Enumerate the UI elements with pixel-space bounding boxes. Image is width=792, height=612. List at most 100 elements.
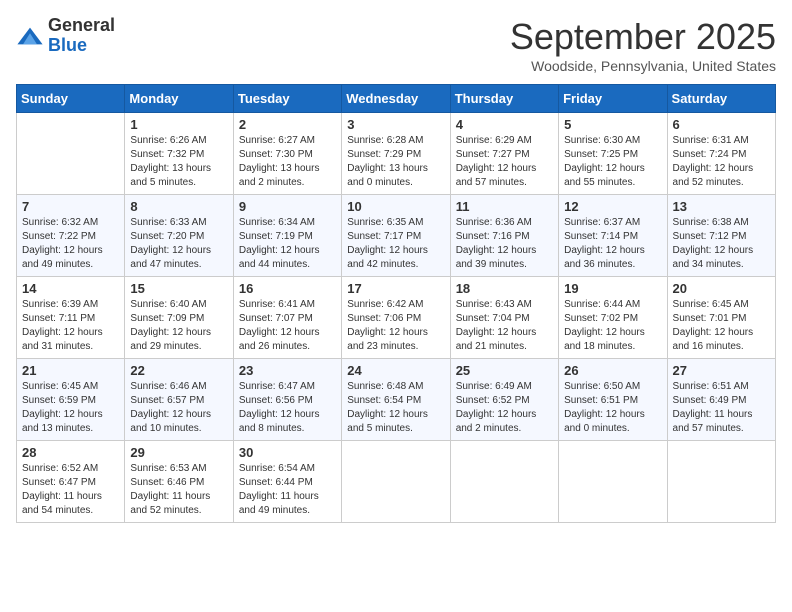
day-number: 11 bbox=[456, 199, 553, 214]
calendar-cell: 1 Sunrise: 6:26 AM Sunset: 7:32 PM Daylig… bbox=[125, 113, 233, 195]
day-number: 15 bbox=[130, 281, 227, 296]
day-of-week-header: Sunday bbox=[17, 85, 125, 113]
day-info: Sunrise: 6:30 AM Sunset: 7:25 PM Dayligh… bbox=[564, 134, 661, 190]
calendar-cell bbox=[342, 441, 450, 523]
calendar-cell: 10 Sunrise: 6:35 AM Sunset: 7:17 PM Dayli… bbox=[342, 195, 450, 277]
day-number: 26 bbox=[564, 363, 661, 378]
day-info: Sunrise: 6:27 AM Sunset: 7:30 PM Dayligh… bbox=[239, 134, 336, 190]
calendar-cell: 23 Sunrise: 6:47 AM Sunset: 6:56 PM Dayli… bbox=[233, 359, 341, 441]
day-info: Sunrise: 6:43 AM Sunset: 7:04 PM Dayligh… bbox=[456, 298, 553, 354]
day-of-week-header: Thursday bbox=[450, 85, 558, 113]
month-title: September 2025 bbox=[510, 16, 776, 58]
calendar-header-row: SundayMondayTuesdayWednesdayThursdayFrid… bbox=[17, 85, 776, 113]
day-info: Sunrise: 6:39 AM Sunset: 7:11 PM Dayligh… bbox=[22, 298, 119, 354]
calendar-cell: 15 Sunrise: 6:40 AM Sunset: 7:09 PM Dayli… bbox=[125, 277, 233, 359]
day-number: 8 bbox=[130, 199, 227, 214]
page-header: General Blue September 2025 Woodside, Pe… bbox=[16, 16, 776, 74]
calendar-cell: 7Sunrise: 6:32 AM Sunset: 7:22 PM Daylig… bbox=[17, 195, 125, 277]
calendar-cell: 18 Sunrise: 6:43 AM Sunset: 7:04 PM Dayli… bbox=[450, 277, 558, 359]
day-info: Sunrise: 6:51 AM Sunset: 6:49 PM Dayligh… bbox=[673, 380, 770, 436]
calendar-cell: 2Sunrise: 6:27 AM Sunset: 7:30 PM Daylig… bbox=[233, 113, 341, 195]
day-number: 28 bbox=[22, 445, 119, 460]
day-number: 1 bbox=[130, 117, 227, 132]
calendar-cell: 25 Sunrise: 6:49 AM Sunset: 6:52 PM Dayli… bbox=[450, 359, 558, 441]
title-block: September 2025 Woodside, Pennsylvania, U… bbox=[510, 16, 776, 74]
day-info: Sunrise: 6:45 AM Sunset: 7:01 PM Dayligh… bbox=[673, 298, 770, 354]
calendar-cell bbox=[17, 113, 125, 195]
calendar-cell: 30Sunrise: 6:54 AM Sunset: 6:44 PM Dayli… bbox=[233, 441, 341, 523]
calendar-cell: 20 Sunrise: 6:45 AM Sunset: 7:01 PM Dayli… bbox=[667, 277, 775, 359]
day-of-week-header: Wednesday bbox=[342, 85, 450, 113]
location-text: Woodside, Pennsylvania, United States bbox=[510, 58, 776, 74]
calendar-cell: 14 Sunrise: 6:39 AM Sunset: 7:11 PM Dayli… bbox=[17, 277, 125, 359]
day-number: 18 bbox=[456, 281, 553, 296]
logo-icon bbox=[16, 22, 44, 50]
logo-general-text: General bbox=[48, 16, 115, 36]
calendar-cell bbox=[667, 441, 775, 523]
day-info: Sunrise: 6:47 AM Sunset: 6:56 PM Dayligh… bbox=[239, 380, 336, 436]
day-info: Sunrise: 6:48 AM Sunset: 6:54 PM Dayligh… bbox=[347, 380, 444, 436]
day-of-week-header: Tuesday bbox=[233, 85, 341, 113]
logo-text: General Blue bbox=[48, 16, 115, 56]
day-number: 23 bbox=[239, 363, 336, 378]
calendar-week-row: 21 Sunrise: 6:45 AM Sunset: 6:59 PM Dayli… bbox=[17, 359, 776, 441]
day-info: Sunrise: 6:41 AM Sunset: 7:07 PM Dayligh… bbox=[239, 298, 336, 354]
day-number: 14 bbox=[22, 281, 119, 296]
day-number: 12 bbox=[564, 199, 661, 214]
day-number: 7 bbox=[22, 199, 119, 214]
day-info: Sunrise: 6:53 AM Sunset: 6:46 PM Dayligh… bbox=[130, 462, 227, 518]
calendar-cell: 11 Sunrise: 6:36 AM Sunset: 7:16 PM Dayli… bbox=[450, 195, 558, 277]
day-info: Sunrise: 6:49 AM Sunset: 6:52 PM Dayligh… bbox=[456, 380, 553, 436]
day-info: Sunrise: 6:40 AM Sunset: 7:09 PM Dayligh… bbox=[130, 298, 227, 354]
day-number: 19 bbox=[564, 281, 661, 296]
day-number: 24 bbox=[347, 363, 444, 378]
day-number: 21 bbox=[22, 363, 119, 378]
day-number: 17 bbox=[347, 281, 444, 296]
day-number: 9 bbox=[239, 199, 336, 214]
calendar-cell: 24 Sunrise: 6:48 AM Sunset: 6:54 PM Dayli… bbox=[342, 359, 450, 441]
day-info: Sunrise: 6:50 AM Sunset: 6:51 PM Dayligh… bbox=[564, 380, 661, 436]
calendar-cell: 13 Sunrise: 6:38 AM Sunset: 7:12 PM Dayli… bbox=[667, 195, 775, 277]
day-number: 22 bbox=[130, 363, 227, 378]
calendar-cell: 12Sunrise: 6:37 AM Sunset: 7:14 PM Dayli… bbox=[559, 195, 667, 277]
day-number: 10 bbox=[347, 199, 444, 214]
calendar-week-row: 7Sunrise: 6:32 AM Sunset: 7:22 PM Daylig… bbox=[17, 195, 776, 277]
calendar-cell: 16 Sunrise: 6:41 AM Sunset: 7:07 PM Dayli… bbox=[233, 277, 341, 359]
day-number: 13 bbox=[673, 199, 770, 214]
calendar-week-row: 28Sunrise: 6:52 AM Sunset: 6:47 PM Dayli… bbox=[17, 441, 776, 523]
day-info: Sunrise: 6:33 AM Sunset: 7:20 PM Dayligh… bbox=[130, 216, 227, 272]
day-number: 25 bbox=[456, 363, 553, 378]
calendar-cell: 29 Sunrise: 6:53 AM Sunset: 6:46 PM Dayli… bbox=[125, 441, 233, 523]
day-number: 27 bbox=[673, 363, 770, 378]
day-info: Sunrise: 6:54 AM Sunset: 6:44 PM Dayligh… bbox=[239, 462, 336, 518]
calendar-cell: 26 Sunrise: 6:50 AM Sunset: 6:51 PM Dayli… bbox=[559, 359, 667, 441]
day-info: Sunrise: 6:31 AM Sunset: 7:24 PM Dayligh… bbox=[673, 134, 770, 190]
day-info: Sunrise: 6:42 AM Sunset: 7:06 PM Dayligh… bbox=[347, 298, 444, 354]
day-number: 5 bbox=[564, 117, 661, 132]
day-info: Sunrise: 6:35 AM Sunset: 7:17 PM Dayligh… bbox=[347, 216, 444, 272]
day-info: Sunrise: 6:38 AM Sunset: 7:12 PM Dayligh… bbox=[673, 216, 770, 272]
day-number: 6 bbox=[673, 117, 770, 132]
day-of-week-header: Saturday bbox=[667, 85, 775, 113]
calendar-cell bbox=[559, 441, 667, 523]
day-info: Sunrise: 6:29 AM Sunset: 7:27 PM Dayligh… bbox=[456, 134, 553, 190]
day-number: 3 bbox=[347, 117, 444, 132]
calendar-cell: 19 Sunrise: 6:44 AM Sunset: 7:02 PM Dayli… bbox=[559, 277, 667, 359]
day-info: Sunrise: 6:36 AM Sunset: 7:16 PM Dayligh… bbox=[456, 216, 553, 272]
calendar-cell: 5 Sunrise: 6:30 AM Sunset: 7:25 PM Daylig… bbox=[559, 113, 667, 195]
day-info: Sunrise: 6:34 AM Sunset: 7:19 PM Dayligh… bbox=[239, 216, 336, 272]
calendar-cell bbox=[450, 441, 558, 523]
day-number: 20 bbox=[673, 281, 770, 296]
day-info: Sunrise: 6:28 AM Sunset: 7:29 PM Dayligh… bbox=[347, 134, 444, 190]
day-info: Sunrise: 6:26 AM Sunset: 7:32 PM Dayligh… bbox=[130, 134, 227, 190]
calendar-cell: 28Sunrise: 6:52 AM Sunset: 6:47 PM Dayli… bbox=[17, 441, 125, 523]
day-info: Sunrise: 6:45 AM Sunset: 6:59 PM Dayligh… bbox=[22, 380, 119, 436]
day-of-week-header: Monday bbox=[125, 85, 233, 113]
calendar-cell: 3 Sunrise: 6:28 AM Sunset: 7:29 PM Daylig… bbox=[342, 113, 450, 195]
logo: General Blue bbox=[16, 16, 115, 56]
day-number: 16 bbox=[239, 281, 336, 296]
day-number: 29 bbox=[130, 445, 227, 460]
day-info: Sunrise: 6:46 AM Sunset: 6:57 PM Dayligh… bbox=[130, 380, 227, 436]
day-info: Sunrise: 6:44 AM Sunset: 7:02 PM Dayligh… bbox=[564, 298, 661, 354]
calendar-week-row: 14 Sunrise: 6:39 AM Sunset: 7:11 PM Dayli… bbox=[17, 277, 776, 359]
